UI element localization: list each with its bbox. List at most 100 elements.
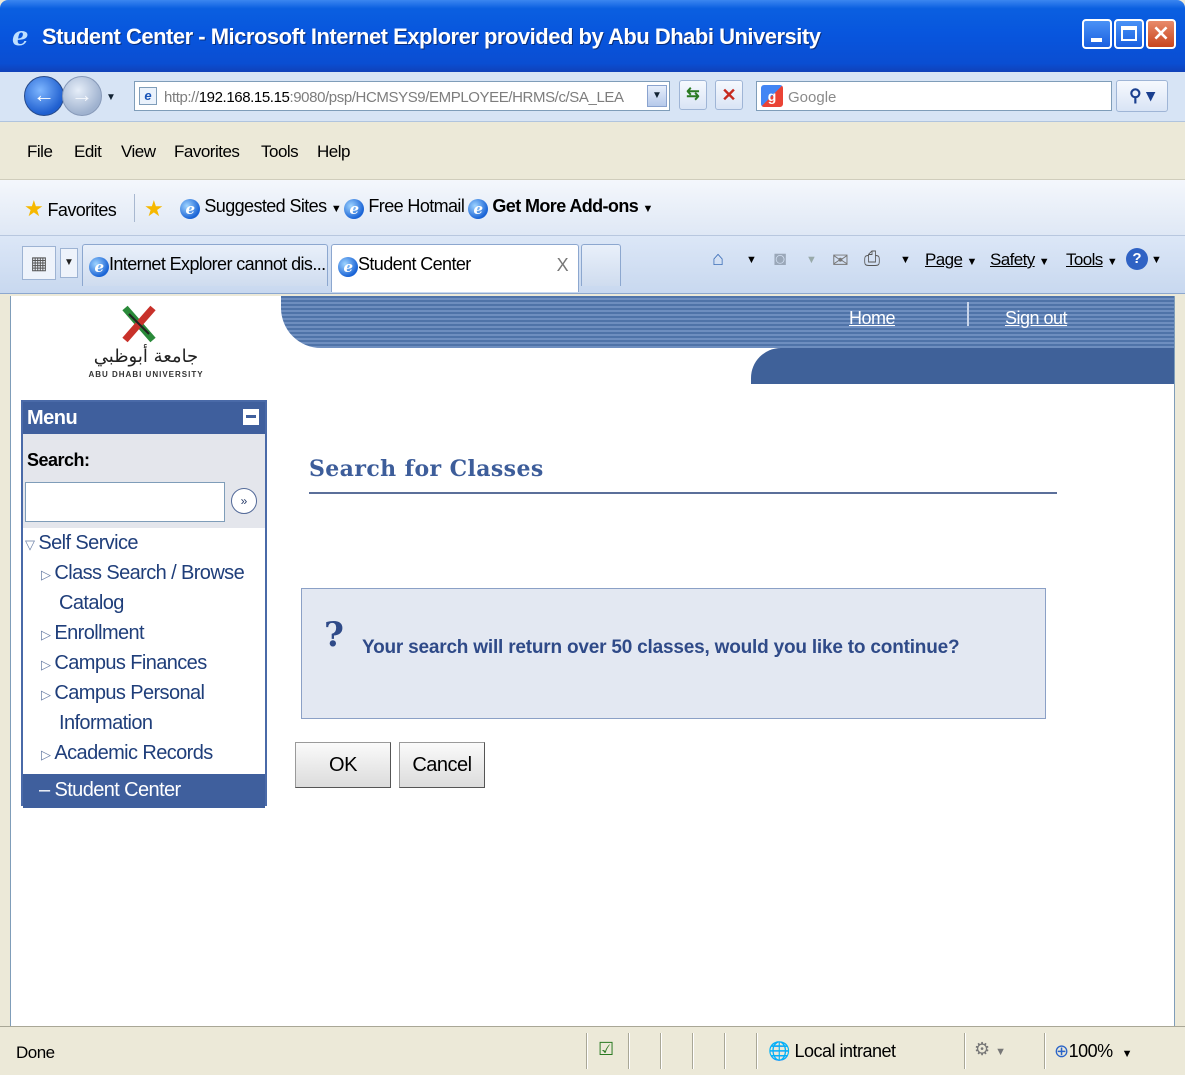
menu-search-go-button[interactable]: » — [231, 488, 257, 514]
search-input[interactable]: g Google — [756, 81, 1112, 111]
sign-out-link[interactable]: Sign out — [1005, 308, 1068, 329]
safety-menu-button[interactable]: Safety ▼ — [990, 250, 1050, 270]
minus-icon — [246, 415, 256, 418]
read-mail-icon[interactable]: ✉ — [832, 248, 849, 273]
cancel-button[interactable]: Cancel — [399, 742, 485, 788]
google-icon: g — [761, 85, 783, 107]
home-dropdown-icon[interactable]: ▼ — [746, 254, 757, 266]
menu-edit[interactable]: Edit — [74, 142, 102, 162]
menu-item-enrollment[interactable]: ▷ Enrollment — [41, 622, 145, 645]
ie-icon: e — [89, 257, 109, 277]
window-title: Student Center - Microsoft Internet Expl… — [42, 24, 821, 49]
feeds-icon[interactable]: ◙ — [774, 248, 786, 271]
menu-item-class-search[interactable]: ▷ Class Search / Browse — [41, 562, 245, 585]
get-addons-label: Get More Add-ons — [492, 196, 639, 216]
menu-search-input[interactable] — [25, 482, 225, 522]
print-dropdown-icon[interactable]: ▼ — [900, 254, 911, 266]
favorites-button[interactable]: ★ Favorites — [24, 196, 117, 222]
address-bar[interactable]: e http://192.168.15.15:9080/psp/HCMSYS9/… — [134, 81, 670, 111]
menu-item-campus-finances[interactable]: ▷ Campus Finances — [41, 652, 207, 675]
window-title-bar[interactable]: e Student Center - Microsoft Internet Ex… — [0, 0, 1185, 72]
close-window-button[interactable]: × — [1146, 19, 1176, 49]
collapse-menu-button[interactable] — [243, 409, 259, 425]
tab-bar: ▦ ▼ e Internet Explorer cannot dis... e St… — [0, 236, 1185, 294]
header-banner: Home Sign out — [281, 296, 1174, 384]
header-nav — [751, 348, 1174, 384]
close-icon: × — [1151, 21, 1171, 46]
chevron-down-icon: ▼ — [64, 257, 74, 268]
zoom-control[interactable]: ⊕100% ▼ — [1054, 1041, 1133, 1062]
chevron-down-icon: ▼ — [1121, 1048, 1133, 1060]
menu-bar: File Edit View Favorites Tools Help — [0, 122, 1185, 180]
page-menu-button[interactable]: Page ▼ — [925, 250, 977, 270]
status-divider — [1044, 1033, 1045, 1069]
menu-item-class-search-cont[interactable]: Catalog — [59, 592, 124, 615]
double-chevron-right-icon: » — [240, 494, 248, 508]
page-title: Search for Classes — [309, 456, 544, 482]
free-hotmail-link[interactable]: e Free Hotmail — [344, 196, 465, 219]
logo-english-text: ABU DHABI UNIVERSITY — [88, 370, 204, 379]
refresh-button[interactable]: ⇆ — [679, 80, 707, 110]
feeds-dropdown-icon[interactable]: ▼ — [806, 254, 817, 266]
minimize-button[interactable] — [1082, 19, 1112, 49]
menu-favorites[interactable]: Favorites — [174, 142, 240, 162]
maximize-button[interactable] — [1114, 19, 1144, 49]
stop-button[interactable]: ✕ — [715, 80, 743, 110]
menu-search-section: Search: » — [23, 434, 265, 528]
history-dropdown-icon[interactable]: ▼ — [106, 92, 116, 103]
status-divider — [628, 1033, 629, 1069]
url-text[interactable]: http://192.168.15.15:9080/psp/HCMSYS9/EM… — [164, 89, 644, 106]
status-divider — [586, 1033, 587, 1069]
tab-list-dropdown[interactable]: ▼ — [60, 248, 78, 278]
menu-item-academic-records[interactable]: ▷ Academic Records — [41, 742, 213, 765]
menu-item-campus-personal[interactable]: ▷ Campus Personal — [41, 682, 205, 705]
tools-menu-label: Tools — [1066, 250, 1103, 269]
protected-mode-icon[interactable]: ⚙ ▼ — [974, 1039, 1006, 1060]
add-to-favorites-bar-button[interactable]: ★ — [144, 196, 164, 222]
tab-student-center[interactable]: e Student Center X — [331, 244, 579, 292]
suggested-sites-link[interactable]: e Suggested Sites ▼ — [180, 196, 342, 219]
print-icon[interactable]: ⎙ — [864, 248, 880, 271]
back-button[interactable]: ← — [24, 76, 64, 116]
status-text: Done — [16, 1043, 55, 1062]
home-icon[interactable]: ⌂ — [712, 248, 724, 271]
triangle-down-icon: ▽ — [25, 537, 35, 552]
university-emblem-icon — [122, 305, 156, 343]
free-hotmail-label: Free Hotmail — [368, 196, 465, 216]
triangle-right-icon: ▷ — [41, 687, 51, 702]
menu-item-campus-personal-cont[interactable]: Information — [59, 712, 153, 735]
close-tab-icon[interactable]: X — [557, 255, 569, 276]
menu-file[interactable]: File — [27, 142, 53, 162]
quick-tabs-icon: ▦ — [30, 253, 48, 273]
search-button[interactable]: ⚲ ▾ — [1116, 80, 1168, 112]
menu-item-self-service[interactable]: ▽ Self Service — [25, 532, 139, 555]
help-dropdown-icon[interactable]: ▼ — [1151, 254, 1162, 266]
menu-tools[interactable]: Tools — [261, 142, 299, 162]
star-icon: ★ — [24, 196, 44, 221]
menu-item-label: Academic Records — [54, 742, 213, 764]
security-zone[interactable]: 🌐 Local intranet — [768, 1041, 896, 1062]
script-error-icon[interactable]: ☑ — [598, 1039, 614, 1060]
menu-help[interactable]: Help — [317, 142, 350, 162]
ok-button[interactable]: OK — [295, 742, 391, 788]
menu-view[interactable]: View — [121, 142, 156, 162]
get-addons-link[interactable]: e Get More Add-ons ▼ — [468, 196, 653, 219]
menu-pagelet: Menu Search: » ▽ Self Service ▷ Class Sear… — [21, 400, 267, 808]
address-dropdown-button[interactable]: ▼ — [647, 85, 667, 107]
status-divider — [692, 1033, 693, 1069]
help-icon[interactable]: ? — [1126, 248, 1148, 270]
intranet-globe-icon: 🌐 — [768, 1041, 790, 1061]
title-divider — [309, 492, 1057, 494]
quick-tabs-button[interactable]: ▦ — [22, 246, 56, 280]
university-logo: جامعة أبوظبي ABU DHABI UNIVERSITY — [11, 296, 281, 386]
triangle-right-icon: ▷ — [41, 657, 51, 672]
tab-ie-cannot-display[interactable]: e Internet Explorer cannot dis... — [82, 244, 328, 286]
favorites-label: Favorites — [47, 200, 117, 220]
menu-item-student-center[interactable]: – Student Center — [23, 774, 265, 808]
home-link[interactable]: Home — [849, 308, 896, 329]
tools-menu-button[interactable]: Tools ▼ — [1066, 250, 1118, 270]
stop-icon: ✕ — [721, 85, 737, 105]
triangle-right-icon: ▷ — [41, 627, 51, 642]
forward-button[interactable]: → — [62, 76, 102, 116]
new-tab-button[interactable] — [581, 244, 621, 286]
